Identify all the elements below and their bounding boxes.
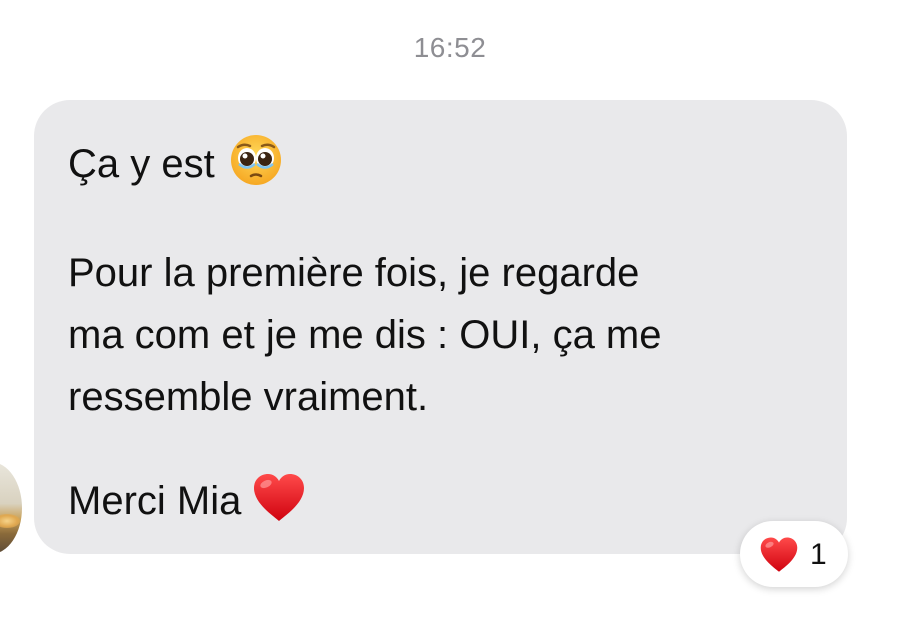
message-text-1: Ça y est [68, 142, 215, 186]
message-timestamp: 16:52 [413, 32, 487, 63]
red-heart-icon [251, 472, 307, 524]
message-line-1: Ça y est [68, 133, 283, 193]
message-text-5: Merci Mia [68, 479, 242, 523]
message-line-2: Pour la première fois, je regarde [68, 251, 640, 295]
reaction-heart-icon [758, 536, 800, 574]
message-line-3: ma com et je me dis : OUI, ça me [68, 313, 662, 357]
message-line-5: Merci Mia [68, 472, 307, 530]
avatar-sunset [0, 514, 20, 528]
reaction-badge[interactable]: 1 [740, 521, 848, 587]
message-line-4: ressemble vraiment. [68, 375, 429, 419]
chat-screen: 16:52 Ça y est Pour la première fois, je… [0, 0, 900, 640]
reaction-count: 1 [810, 538, 827, 571]
sender-avatar[interactable] [0, 462, 22, 554]
pleading-face-icon [229, 133, 283, 187]
